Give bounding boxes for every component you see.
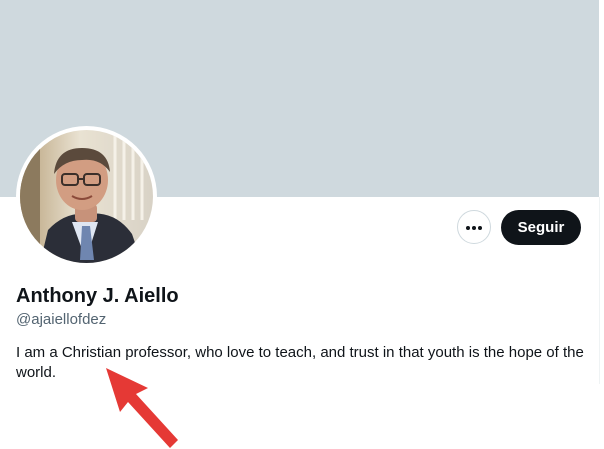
display-name: Anthony J. Aiello — [16, 285, 179, 307]
avatar-photo — [20, 130, 153, 263]
ellipsis-icon — [465, 218, 483, 236]
column-divider — [599, 197, 600, 384]
more-options-button[interactable] — [457, 210, 491, 244]
annotation-arrow-icon — [106, 368, 178, 448]
avatar[interactable] — [20, 130, 153, 263]
username-handle: @ajaiellofdez — [16, 311, 107, 328]
follow-button[interactable]: Seguir — [501, 210, 581, 245]
follow-button-label: Seguir — [517, 219, 565, 236]
